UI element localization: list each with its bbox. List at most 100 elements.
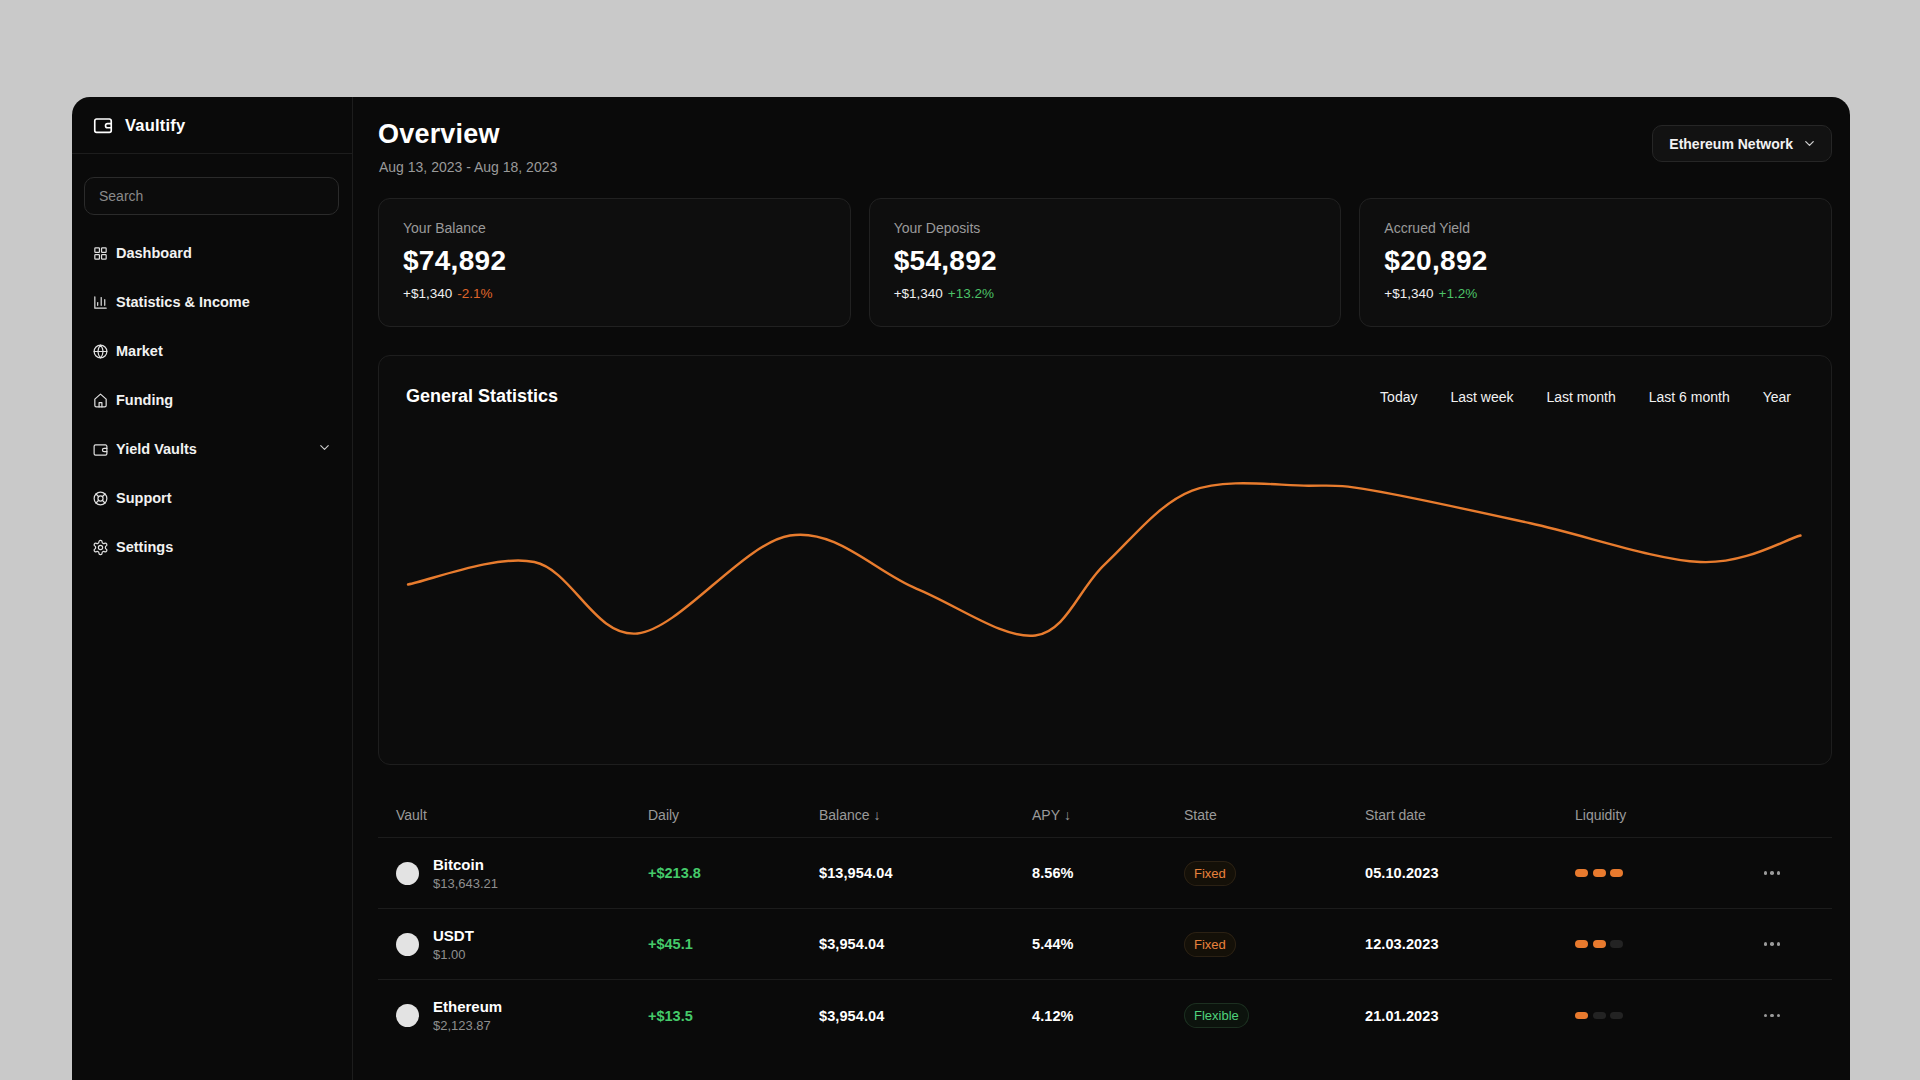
sidebar-item-label: Yield Vaults [116,441,197,457]
search-input[interactable] [84,177,339,215]
network-selector[interactable]: Ethereum Network [1652,125,1832,162]
card-label: Your Balance [403,220,826,236]
liquidity-indicator [1575,1012,1745,1020]
state-badge: Fixed [1184,932,1236,957]
liquidity-dash [1593,869,1606,877]
row-actions-button[interactable] [1764,942,1833,946]
vault-price: $13,643.21 [433,876,498,891]
col-start-date: Start date [1365,807,1575,823]
sidebar-item-statistics-income[interactable]: Statistics & Income [88,281,336,323]
sidebar: Vaultify Dashboard Statistics & Income M… [72,97,353,1080]
range-tab-last-month[interactable]: Last month [1547,389,1616,405]
balance-value: $3,954.04 [819,936,1032,952]
card-delta: +$1,340-2.1% [403,286,826,301]
liquidity-dash [1575,940,1588,948]
table-header: Vault Daily Balance↓ APY↓ State Start da… [378,792,1832,838]
sidebar-item-label: Dashboard [116,245,192,261]
balance-value: $3,954.04 [819,1008,1032,1024]
apy-value: 5.44% [1032,936,1184,952]
liquidity-indicator [1575,940,1745,948]
sidebar-item-label: Funding [116,392,173,408]
col-liquidity: Liquidity [1575,807,1745,823]
table-row-bitcoin[interactable]: Bitcoin $13,643.21 +$213.8 $13,954.04 8.… [378,838,1832,909]
vault-price: $1.00 [433,947,474,962]
vaults-table: Vault Daily Balance↓ APY↓ State Start da… [378,792,1832,1051]
card-label: Your Deposits [894,220,1317,236]
network-selector-label: Ethereum Network [1669,136,1793,152]
date-range: Aug 13, 2023 - Aug 18, 2023 [379,159,557,175]
range-tab-last-week[interactable]: Last week [1450,389,1513,405]
home-icon [92,392,109,409]
col-apy[interactable]: APY↓ [1032,807,1184,823]
delta-amount: +$1,340 [1384,286,1433,301]
sidebar-item-label: Statistics & Income [116,294,250,310]
sidebar-divider [72,153,352,154]
col-state: State [1184,807,1365,823]
sidebar-item-dashboard[interactable]: Dashboard [88,232,336,274]
liquidity-dash [1593,940,1606,948]
app-name: Vaultify [125,116,185,135]
sort-desc-icon: ↓ [1064,807,1071,823]
card-value: $54,892 [894,245,1317,277]
card-accrued-yield: Accrued Yield $20,892 +$1,340+1.2% [1359,198,1832,327]
logo: Vaultify [72,97,352,153]
sidebar-nav: Dashboard Statistics & Income Market Fun… [72,232,352,568]
range-tab-last-6-month[interactable]: Last 6 month [1649,389,1730,405]
row-actions-button[interactable] [1764,1014,1833,1018]
vault-name: Ethereum [433,998,502,1015]
range-tab-year[interactable]: Year [1763,389,1791,405]
dashboard-icon [92,245,109,262]
col-vault: Vault [396,807,648,823]
life-buoy-icon [92,490,109,507]
range-tab-today[interactable]: Today [1380,389,1417,405]
sidebar-item-label: Settings [116,539,173,555]
gear-icon [92,539,109,556]
table-row-usdt[interactable]: USDT $1.00 +$45.1 $3,954.04 5.44% Fixed … [378,909,1832,980]
vault-price: $2,123.87 [433,1018,502,1033]
state-badge: Fixed [1184,861,1236,886]
daily-change: +$13.5 [648,1008,819,1024]
liquidity-dash [1610,940,1623,948]
card-your-balance: Your Balance $74,892 +$1,340-2.1% [378,198,851,327]
start-date: 05.10.2023 [1365,865,1575,881]
delta-percent: +13.2% [948,286,994,301]
sidebar-item-label: Support [116,490,172,506]
sidebar-item-funding[interactable]: Funding [88,379,336,421]
apy-value: 4.12% [1032,1008,1184,1024]
start-date: 12.03.2023 [1365,936,1575,952]
sidebar-item-yield-vaults[interactable]: Yield Vaults [88,428,336,470]
sort-desc-icon: ↓ [874,807,881,823]
page-title: Overview [378,119,500,150]
card-your-deposits: Your Deposits $54,892 +$1,340+13.2% [869,198,1342,327]
liquidity-dash [1575,869,1588,877]
card-value: $74,892 [403,245,826,277]
delta-amount: +$1,340 [403,286,452,301]
col-balance[interactable]: Balance↓ [819,807,1032,823]
coin-avatar [396,933,419,956]
app-window: Vaultify Dashboard Statistics & Income M… [72,97,1850,1080]
stats-cards: Your Balance $74,892 +$1,340-2.1% Your D… [378,198,1832,327]
liquidity-dash [1610,1012,1623,1020]
liquidity-dash [1575,1012,1588,1020]
general-statistics-card: General Statistics Today Last week Last … [378,355,1832,765]
card-label: Accrued Yield [1384,220,1807,236]
sidebar-item-label: Market [116,343,163,359]
row-actions-button[interactable] [1764,871,1833,875]
start-date: 21.01.2023 [1365,1008,1575,1024]
chevron-down-icon [317,440,332,458]
daily-change: +$45.1 [648,936,819,952]
col-daily: Daily [648,807,819,823]
balance-value: $13,954.04 [819,865,1032,881]
delta-percent: +1.2% [1439,286,1478,301]
sidebar-item-settings[interactable]: Settings [88,526,336,568]
table-row-ethereum[interactable]: Ethereum $2,123.87 +$13.5 $3,954.04 4.12… [378,980,1832,1051]
globe-icon [92,343,109,360]
liquidity-dash [1610,869,1623,877]
vault-name: Bitcoin [433,856,498,873]
sidebar-item-market[interactable]: Market [88,330,336,372]
chart-title: General Statistics [406,386,558,407]
sidebar-item-support[interactable]: Support [88,477,336,519]
bar-chart-icon [92,294,109,311]
chart-range-tabs: Today Last week Last month Last 6 month … [1380,389,1791,405]
card-delta: +$1,340+13.2% [894,286,1317,301]
